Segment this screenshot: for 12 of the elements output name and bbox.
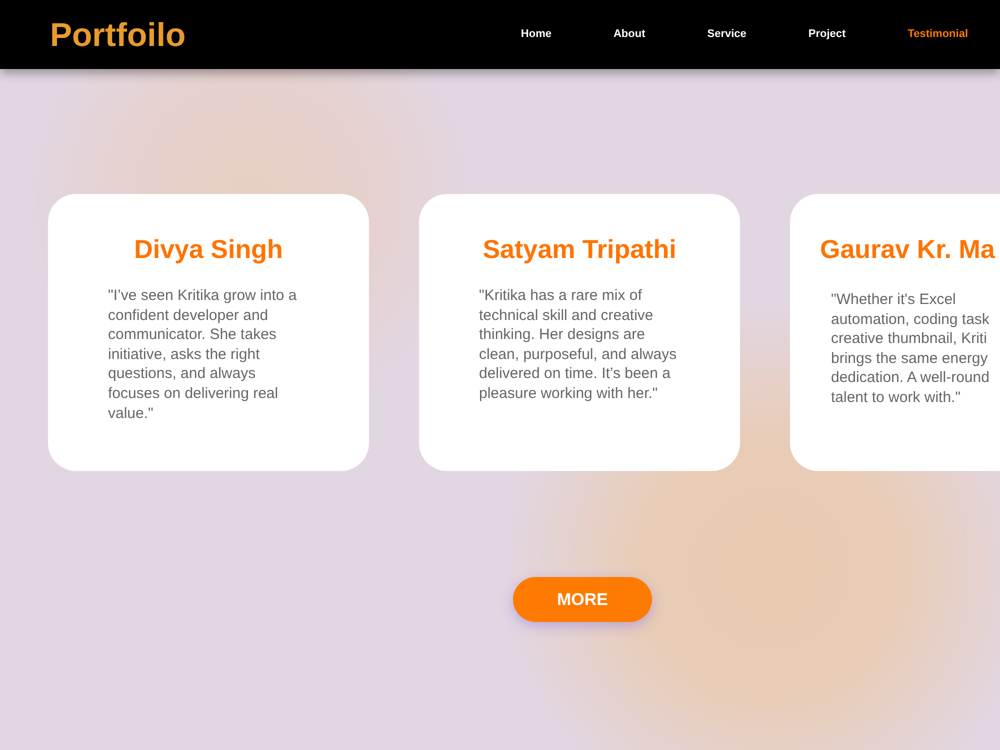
testimonial-quote: "Whether it's Excel automation, coding task creative thumbnail, Kriti brings the same energy dedication. A well-round talent to work with." xyxy=(831,290,990,408)
nav-link[interactable]: Testimonial xyxy=(908,26,968,43)
nav-link[interactable]: Project xyxy=(808,26,846,43)
testimonial-quote: "Kritika has a rare mix of technical skill and creative thinking. Her designs are clean, purposeful, and always delivered on time. It’s been a pleasure working with her." xyxy=(479,286,678,404)
logo-text[interactable]: Portfoilo xyxy=(50,14,186,54)
testimonial-name: Divya Singh xyxy=(134,233,283,266)
nav-link[interactable]: About xyxy=(613,26,646,43)
testimonial-name: Gaurav Kr. Ma xyxy=(820,233,995,266)
testimonial-name: Satyam Tripathi xyxy=(482,233,676,266)
nav-link[interactable]: Service xyxy=(707,26,746,43)
nav-link[interactable]: Home xyxy=(520,26,552,43)
testimonial-quote: "I’ve seen Kritika grow into a confident developer and communicator. She takes initiative, asks the right questions, and always focuses on delivering real value." xyxy=(108,286,298,424)
